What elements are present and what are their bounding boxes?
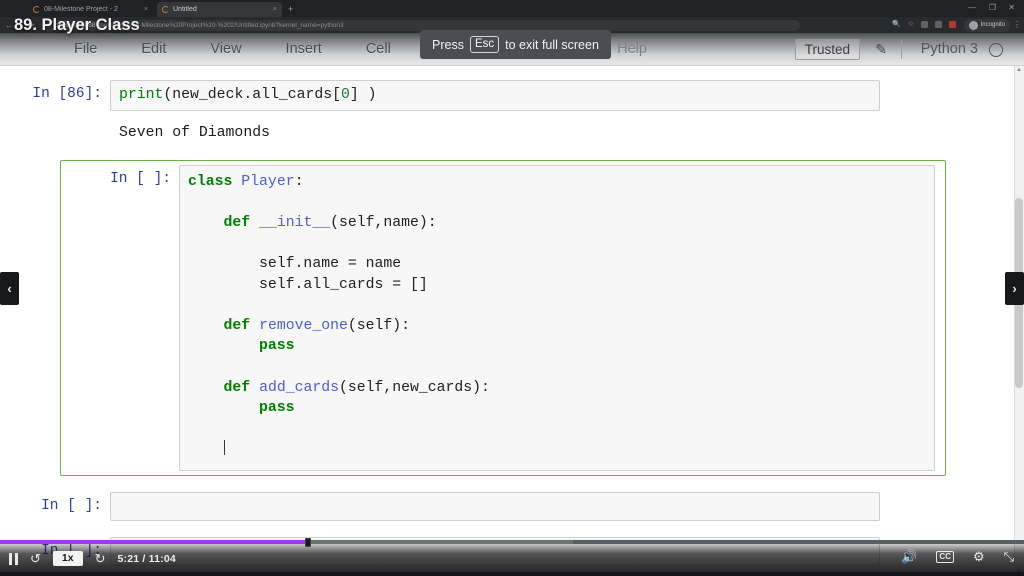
browser-tabstrip: 08-Milestone Project - 2 × Untitled × + … xyxy=(0,0,1024,17)
lecture-title: 89. Player Class xyxy=(14,16,140,35)
video-player-controls: ↺ 1x ↻ 5:21 / 11:04 🔊 CC ⚙ ⤡ xyxy=(0,540,1024,576)
cell-input-area[interactable]: print(new_deck.all_cards[0] ) xyxy=(110,80,880,111)
jupyter-favicon-icon xyxy=(162,6,169,13)
incognito-profile-button[interactable]: Incognito xyxy=(964,19,1010,32)
window-close-icon[interactable]: ✕ xyxy=(1008,3,1015,12)
cell-input-area[interactable] xyxy=(110,492,880,521)
menu-item-view[interactable]: View xyxy=(188,33,263,66)
menubar-divider xyxy=(901,40,902,59)
bookmark-star-icon[interactable]: ☆ xyxy=(908,20,914,28)
captions-button[interactable]: CC xyxy=(936,551,954,563)
cell-input-area[interactable]: class Player: def __init__(self,name): s… xyxy=(179,165,935,471)
player-right-controls: 🔊 CC ⚙ ⤡ xyxy=(901,550,1014,564)
window-maximize-icon[interactable]: ❐ xyxy=(989,3,996,12)
exit-fullscreen-icon[interactable]: ⤡ xyxy=(1004,550,1014,564)
toast-suffix: to exit full screen xyxy=(505,38,599,52)
incognito-avatar-icon xyxy=(969,21,978,30)
player-left-controls: ↺ 1x ↻ 5:21 / 11:04 xyxy=(9,551,176,566)
menu-item-file[interactable]: File xyxy=(52,33,119,66)
toast-prefix: Press xyxy=(432,38,464,52)
progress-thumb[interactable] xyxy=(305,538,311,547)
back-arrow-icon[interactable]: ← xyxy=(5,21,13,30)
next-lecture-button[interactable]: › xyxy=(1005,272,1024,305)
menu-item-insert[interactable]: Insert xyxy=(264,33,344,66)
cell-prompt: In [86]: xyxy=(0,80,110,111)
settings-gear-icon[interactable]: ⚙ xyxy=(973,550,985,564)
search-icon[interactable]: 🔍 xyxy=(892,20,901,28)
previous-lecture-button[interactable]: ‹ xyxy=(0,272,19,305)
browser-menu-icon[interactable]: ⋮ xyxy=(1013,20,1021,29)
notebook-scrollbar[interactable]: ▲ ▼ xyxy=(1014,66,1024,576)
close-icon[interactable]: × xyxy=(273,6,277,13)
notebook-cell[interactable]: In [ ]: xyxy=(0,492,964,521)
extension-icon[interactable] xyxy=(921,21,928,28)
cell-source: class Player: def __init__(self,name): s… xyxy=(188,172,934,460)
incognito-label: Incognito xyxy=(981,22,1005,28)
volume-icon[interactable]: 🔊 xyxy=(901,550,917,564)
new-tab-button[interactable]: + xyxy=(288,4,293,14)
browser-tab-title: 08-Milestone Project - 2 xyxy=(44,6,140,13)
notebook-canvas: In [86]: print(new_deck.all_cards[0] ) S… xyxy=(0,66,1024,576)
kernel-name-label: Python 3 xyxy=(921,41,978,57)
cell-prompt: In [ ]: xyxy=(61,165,179,471)
browser-tab[interactable]: 08-Milestone Project - 2 × xyxy=(28,2,153,17)
forward-button[interactable]: ↻ xyxy=(95,552,106,566)
extension-icon[interactable] xyxy=(949,21,956,28)
edit-pencil-icon[interactable]: ✎ xyxy=(875,41,887,58)
notebook-cell[interactable]: In [86]: print(new_deck.all_cards[0] ) xyxy=(0,80,964,111)
jupyter-favicon-icon xyxy=(33,6,40,13)
rewind-button[interactable]: ↺ xyxy=(30,552,41,566)
notebook-cell-selected[interactable]: In [ ]: class Player: def __init__(self,… xyxy=(60,160,946,476)
browser-tab-title: Untitled xyxy=(173,6,269,13)
menu-item-edit[interactable]: Edit xyxy=(119,33,188,66)
time-display: 5:21 / 11:04 xyxy=(118,553,176,565)
cell-source: print(new_deck.all_cards[0] ) xyxy=(119,85,879,106)
pause-button[interactable] xyxy=(9,553,18,565)
cell-output-row: Seven of Diamonds xyxy=(0,123,964,143)
window-minimize-icon[interactable]: — xyxy=(968,3,976,12)
browser-tab-active[interactable]: Untitled × xyxy=(157,2,282,17)
playback-speed-button[interactable]: 1x xyxy=(53,551,83,566)
address-bar[interactable]: ⓘ localhost:8888/notebooks/08-Milestone%… xyxy=(40,20,800,31)
jupyter-notebook-page: File Edit View Insert Cell Kernel Widget… xyxy=(0,33,1024,576)
text-cursor xyxy=(224,440,226,455)
trusted-badge[interactable]: Trusted xyxy=(795,39,860,60)
esc-key-badge: Esc xyxy=(470,36,499,53)
browser-chrome: 08-Milestone Project - 2 × Untitled × + … xyxy=(0,0,1024,33)
extension-icon[interactable] xyxy=(935,21,942,28)
progress-played xyxy=(0,540,307,544)
omnibox-icon-group: 🔍 ☆ xyxy=(892,20,956,28)
screen-root: File Edit View Insert Cell Kernel Widget… xyxy=(0,0,1024,576)
exit-fullscreen-toast: Press Esc to exit full screen xyxy=(420,30,611,59)
kernel-idle-indicator-icon[interactable] xyxy=(989,43,1003,57)
progress-bar[interactable] xyxy=(0,540,1024,544)
menu-item-cell[interactable]: Cell xyxy=(344,33,413,66)
cell-output-text: Seven of Diamonds xyxy=(110,123,964,143)
scroll-up-arrow-icon[interactable]: ▲ xyxy=(1015,67,1023,73)
close-icon[interactable]: × xyxy=(144,6,148,13)
cell-prompt: In [ ]: xyxy=(0,492,110,521)
player-bottom-strip xyxy=(0,572,1024,576)
